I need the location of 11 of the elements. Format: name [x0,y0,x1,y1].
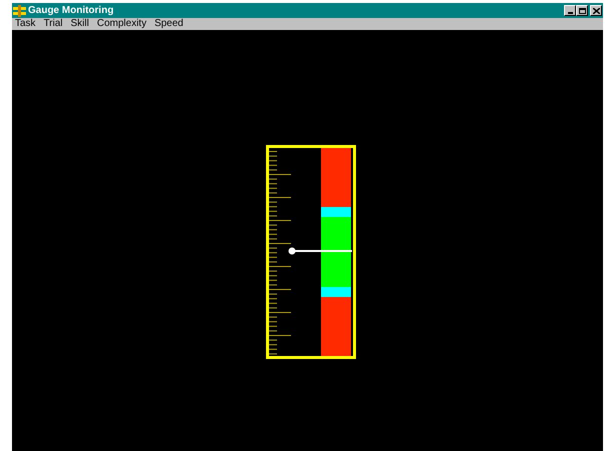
menu-item[interactable]: Task [15,19,36,29]
menu-item[interactable]: Complexity [96,19,146,29]
menu-item[interactable]: Speed [154,19,184,29]
menu-item[interactable]: Trial [44,19,63,29]
menu-item[interactable]: Skill [70,19,89,29]
close-icon [592,8,600,14]
minimize-button[interactable] [564,5,576,16]
close-button[interactable] [590,5,602,16]
maximize-button[interactable] [576,5,588,16]
window-title: Gauge Monitoring [28,6,114,16]
app-icon [13,4,26,16]
